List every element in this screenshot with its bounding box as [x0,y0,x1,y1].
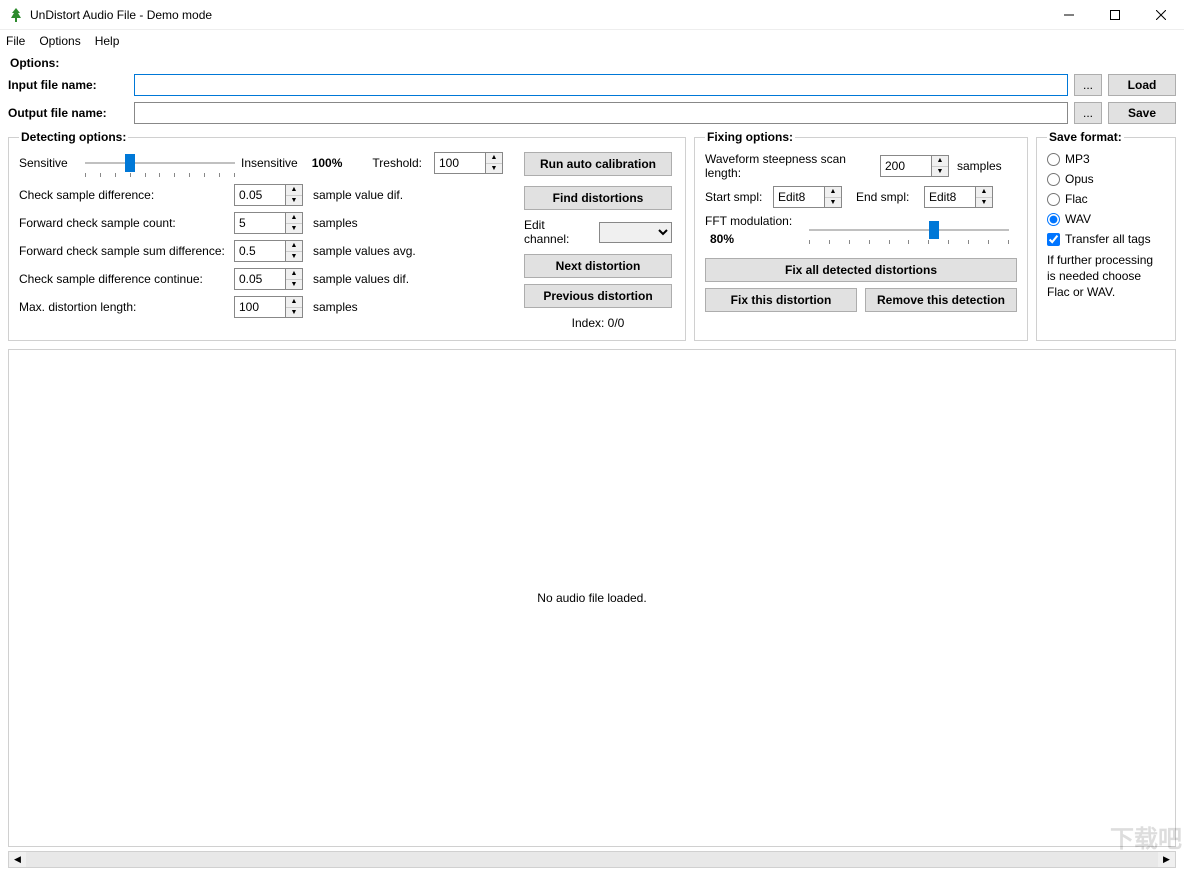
menu-options[interactable]: Options [39,34,80,48]
options-header: Options: [10,56,1176,70]
max-dist-spinner[interactable]: ▲▼ [286,296,303,318]
distortion-index: Index: 0/0 [524,316,672,330]
max-dist-unit: samples [313,300,358,314]
output-file-field[interactable] [134,102,1068,124]
scan-length-unit: samples [957,159,1002,173]
output-file-row: Output file name: ... Save [8,102,1176,124]
sensitivity-pct: 100% [312,156,343,170]
detecting-options-group: Detecting options: Sensitive Insensitive… [8,130,686,341]
waveform-area: No audio file loaded. [8,349,1176,847]
fwd-sum-label: Forward check sample sum difference: [19,244,234,258]
fft-modulation-label: FFT modulation: [705,214,795,228]
run-auto-calibration-button[interactable]: Run auto calibration [524,152,672,176]
maximize-button[interactable] [1092,0,1138,30]
menu-bar: File Options Help [0,30,1184,52]
fix-all-button[interactable]: Fix all detected distortions [705,258,1017,282]
previous-distortion-button[interactable]: Previous distortion [524,284,672,308]
find-distortions-button[interactable]: Find distortions [524,186,672,210]
edit-channel-label: Edit channel: [524,218,593,246]
sensitivity-slider[interactable] [85,153,235,173]
check-sample-diff-spinner[interactable]: ▲▼ [286,184,303,206]
input-file-label: Input file name: [8,78,128,92]
scroll-left-icon[interactable]: ◀ [9,852,26,867]
check-cont-input[interactable] [234,268,286,290]
output-browse-button[interactable]: ... [1074,102,1102,124]
start-sample-input[interactable] [773,186,825,208]
fixing-legend: Fixing options: [705,130,795,144]
next-distortion-button[interactable]: Next distortion [524,254,672,278]
close-button[interactable] [1138,0,1184,30]
minimize-button[interactable] [1046,0,1092,30]
end-sample-spinner[interactable]: ▲▼ [976,186,993,208]
start-sample-label: Start smpl: [705,190,767,204]
scan-length-spinner[interactable]: ▲▼ [932,155,949,177]
check-sample-diff-input[interactable] [234,184,286,206]
format-mp3[interactable]: MP3 [1047,152,1165,166]
output-file-label: Output file name: [8,106,128,120]
load-button[interactable]: Load [1108,74,1176,96]
max-dist-input[interactable] [234,296,286,318]
input-file-row: Input file name: ... Load [8,74,1176,96]
menu-file[interactable]: File [6,34,25,48]
format-opus[interactable]: Opus [1047,172,1165,186]
save-button[interactable]: Save [1108,102,1176,124]
format-flac[interactable]: Flac [1047,192,1165,206]
max-dist-label: Max. distortion length: [19,300,234,314]
transfer-tags-checkbox[interactable]: Transfer all tags [1047,232,1165,246]
end-sample-label: End smpl: [856,190,918,204]
check-sample-diff-label: Check sample difference: [19,188,234,202]
fwd-count-unit: samples [313,216,358,230]
input-file-field[interactable] [134,74,1068,96]
fwd-sum-unit: sample values avg. [313,244,416,258]
fwd-count-spinner[interactable]: ▲▼ [286,212,303,234]
save-format-group: Save format: MP3 Opus Flac WAV Transfer … [1036,130,1176,341]
threshold-label: Treshold: [372,156,422,170]
end-sample-input[interactable] [924,186,976,208]
edit-channel-select[interactable] [599,222,672,243]
window-title: UnDistort Audio File - Demo mode [30,8,1046,22]
fwd-count-label: Forward check sample count: [19,216,234,230]
sensitive-label: Sensitive [19,156,79,170]
horizontal-scrollbar[interactable]: ◀ ▶ [8,851,1176,868]
fft-modulation-pct: 80% [705,232,739,246]
threshold-spinner[interactable]: ▲▼ [486,152,503,174]
fix-this-button[interactable]: Fix this distortion [705,288,857,312]
fwd-count-input[interactable] [234,212,286,234]
insensitive-label: Insensitive [241,156,298,170]
waveform-empty-text: No audio file loaded. [537,591,646,605]
check-cont-label: Check sample difference continue: [19,272,234,286]
remove-detection-button[interactable]: Remove this detection [865,288,1017,312]
fwd-sum-input[interactable] [234,240,286,262]
input-browse-button[interactable]: ... [1074,74,1102,96]
save-format-note: If further processing is needed choose F… [1047,252,1165,301]
format-wav[interactable]: WAV [1047,212,1165,226]
menu-help[interactable]: Help [95,34,120,48]
check-cont-spinner[interactable]: ▲▼ [286,268,303,290]
start-sample-spinner[interactable]: ▲▼ [825,186,842,208]
threshold-input[interactable] [434,152,486,174]
fwd-sum-spinner[interactable]: ▲▼ [286,240,303,262]
fft-modulation-slider[interactable] [809,220,1009,240]
scan-length-label: Waveform steepness scan length: [705,152,880,180]
scan-length-input[interactable] [880,155,932,177]
detecting-legend: Detecting options: [19,130,128,144]
check-cont-unit: sample values dif. [313,272,409,286]
fixing-options-group: Fixing options: Waveform steepness scan … [694,130,1028,341]
save-format-legend: Save format: [1047,130,1124,144]
scroll-right-icon[interactable]: ▶ [1158,852,1175,867]
title-bar: UnDistort Audio File - Demo mode [0,0,1184,30]
app-icon [8,7,24,23]
check-sample-diff-unit: sample value dif. [313,188,403,202]
